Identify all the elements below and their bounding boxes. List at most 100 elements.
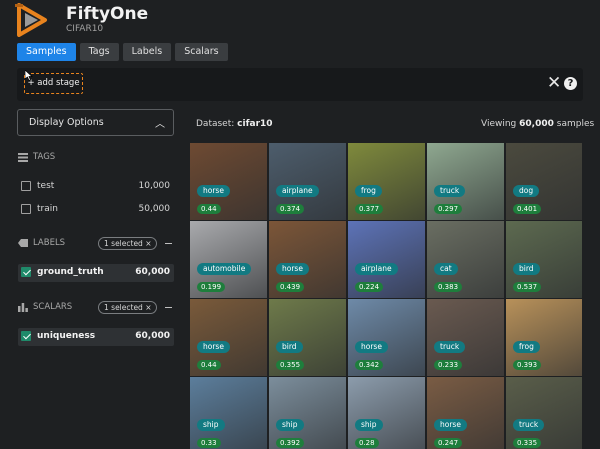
tag-train-checkbox[interactable] [21, 204, 31, 214]
tag-test-checkbox[interactable] [21, 181, 31, 191]
mouse-cursor-icon [25, 70, 33, 81]
app-title: FiftyOne [66, 4, 149, 24]
tag-row-test[interactable]: test 10,000 [18, 178, 174, 196]
tag-row-train[interactable]: train 50,000 [18, 201, 174, 219]
tag-test-label: test [37, 181, 55, 191]
close-icon[interactable]: ✕ [547, 75, 561, 92]
sample-label-tag: dog [513, 185, 540, 197]
sample-tile[interactable]: ship 0.28 [348, 377, 425, 449]
sample-tile[interactable]: automobile 0.199 [190, 221, 267, 298]
sample-tile[interactable]: frog 0.377 [348, 143, 425, 220]
labels-selected-pill[interactable]: 1 selected × [98, 237, 158, 250]
samples-grid: horse 0.44 airplane 0.374 frog 0.377 truck 0.29… [190, 143, 582, 449]
tab-scalars[interactable]: Scalars [175, 43, 228, 61]
tab-samples[interactable]: Samples [17, 43, 76, 61]
tags-section-header: TAGS [18, 152, 55, 162]
uniqueness-score-badge: 0.44 [197, 204, 221, 214]
sample-tile[interactable]: dog 0.401 [506, 143, 582, 220]
sample-label-tag: horse [434, 419, 467, 431]
ground-truth-checkbox[interactable] [21, 267, 31, 277]
labels-collapse-icon[interactable] [165, 243, 172, 244]
ground-truth-count: 60,000 [135, 267, 170, 277]
uniqueness-score-badge: 0.383 [434, 282, 463, 292]
sample-tile[interactable]: airplane 0.374 [269, 143, 346, 220]
dataset-subtitle: CIFAR10 [66, 24, 104, 34]
viewing-suffix: samples [556, 119, 595, 129]
sample-label-tag: frog [513, 341, 540, 353]
chevron-up-icon: ︿ [155, 119, 165, 130]
sample-tile[interactable]: airplane 0.224 [348, 221, 425, 298]
display-options-dropdown[interactable]: Display Options ︿ [17, 109, 174, 136]
scalars-collapse-icon[interactable] [165, 307, 172, 308]
view-tabs: Samples Tags Labels Scalars [17, 43, 228, 61]
labels-section-header: LABELS [18, 238, 65, 248]
uniqueness-score-badge: 0.233 [434, 360, 463, 370]
sample-tile[interactable]: truck 0.297 [427, 143, 504, 220]
sample-tile[interactable]: truck 0.335 [506, 377, 582, 449]
sample-tile[interactable]: cat 0.383 [427, 221, 504, 298]
uniqueness-score-badge: 0.377 [355, 204, 384, 214]
tab-tags[interactable]: Tags [79, 43, 119, 61]
uniqueness-count: 60,000 [135, 331, 170, 341]
dataset-prefix: Dataset: [196, 119, 235, 129]
app-header: FiftyOne CIFAR10 [0, 0, 600, 42]
uniqueness-score-badge: 0.393 [513, 360, 542, 370]
uniqueness-label: uniqueness [37, 331, 96, 341]
fiftyone-logo-icon[interactable] [14, 3, 50, 37]
sample-label-tag: horse [355, 341, 388, 353]
sample-label-tag: frog [355, 185, 382, 197]
bar-chart-icon [18, 302, 28, 312]
tab-labels[interactable]: Labels [122, 43, 172, 61]
dataset-name-label: Dataset: cifar10 [196, 119, 273, 129]
sample-label-tag: bird [513, 263, 540, 275]
sample-label-tag: horse [197, 185, 230, 197]
sample-label-tag: cat [434, 263, 458, 275]
sample-label-tag: truck [513, 419, 545, 431]
tags-header-label: TAGS [33, 152, 56, 162]
uniqueness-checkbox[interactable] [21, 331, 31, 341]
dataset-name: cifar10 [237, 119, 273, 129]
uniqueness-score-badge: 0.355 [276, 360, 305, 370]
sample-tile[interactable]: horse 0.44 [190, 143, 267, 220]
sample-label-tag: horse [197, 341, 230, 353]
labels-header-label: LABELS [33, 238, 66, 248]
uniqueness-score-badge: 0.374 [276, 204, 305, 214]
sample-label-tag: horse [276, 263, 309, 275]
sample-tile[interactable]: horse 0.439 [269, 221, 346, 298]
label-tag-icon [18, 239, 28, 247]
sample-label-tag: ship [276, 419, 304, 431]
scalars-selected-pill[interactable]: 1 selected × [98, 301, 158, 314]
sample-label-tag: ship [355, 419, 383, 431]
sample-tile[interactable]: bird 0.537 [506, 221, 582, 298]
tag-test-count: 10,000 [138, 181, 171, 191]
sample-label-tag: automobile [197, 263, 252, 275]
sample-tile[interactable]: horse 0.44 [190, 299, 267, 376]
uniqueness-score-badge: 0.335 [513, 438, 542, 448]
sample-label-tag: ship [197, 419, 225, 431]
sample-tile[interactable]: ship 0.33 [190, 377, 267, 449]
uniqueness-score-badge: 0.44 [197, 360, 221, 370]
tag-list-icon [18, 152, 28, 162]
uniqueness-score-badge: 0.342 [355, 360, 384, 370]
sample-tile[interactable]: ship 0.392 [269, 377, 346, 449]
viewing-count: 60,000 [519, 119, 554, 129]
sample-tile[interactable]: horse 0.342 [348, 299, 425, 376]
scalar-row-uniqueness[interactable]: uniqueness 60,000 [18, 328, 174, 346]
sample-tile[interactable]: horse 0.247 [427, 377, 504, 449]
sample-tile[interactable]: bird 0.355 [269, 299, 346, 376]
view-stage-bar: + add stage ✕ ? [17, 68, 583, 101]
sample-tile[interactable]: frog 0.393 [506, 299, 582, 376]
sample-label-tag: bird [276, 341, 303, 353]
help-icon[interactable]: ? [564, 77, 577, 90]
tag-train-count: 50,000 [138, 204, 171, 214]
ground-truth-label: ground_truth [37, 267, 104, 277]
display-options-label: Display Options [29, 117, 104, 128]
uniqueness-score-badge: 0.401 [513, 204, 542, 214]
sample-label-tag: truck [434, 341, 466, 353]
sample-tile[interactable]: truck 0.233 [427, 299, 504, 376]
uniqueness-score-badge: 0.297 [434, 204, 463, 214]
uniqueness-score-badge: 0.537 [513, 282, 542, 292]
sample-label-tag: airplane [355, 263, 398, 275]
uniqueness-score-badge: 0.33 [197, 438, 221, 448]
label-row-ground-truth[interactable]: ground_truth 60,000 [18, 264, 174, 282]
